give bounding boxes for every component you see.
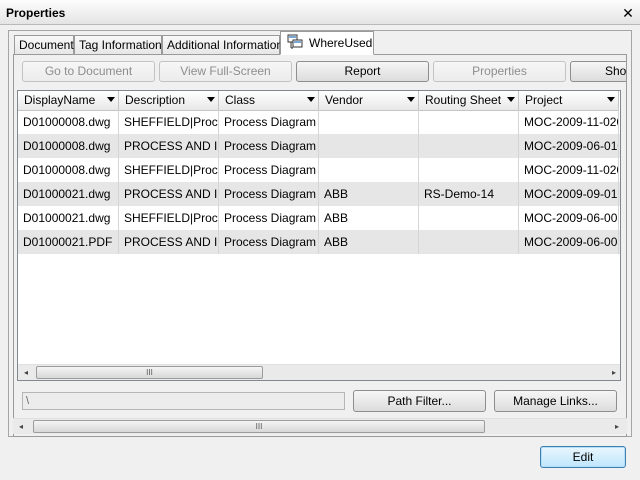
tab-where-used[interactable]: WhereUsed [280,31,374,55]
column-header-label: DisplayName [24,93,96,107]
cell-description: SHEFFIELD|Proc... [119,110,219,134]
cell-project: MOC-2009-11-020 [519,110,619,134]
show-button[interactable]: Sho [570,61,626,82]
column-header-routing-sheet[interactable]: Routing Sheet [419,91,519,111]
column-header-description[interactable]: Description [119,91,219,111]
cell-description: PROCESS AND I... [119,182,219,206]
dropdown-arrow-icon[interactable] [607,97,615,102]
dropdown-arrow-icon[interactable] [507,97,515,102]
cell-vendor [319,110,419,134]
cell-displayname: D01000008.dwg [18,110,119,134]
dropdown-arrow-icon[interactable] [307,97,315,102]
tab-additional-information[interactable]: Additional Information [162,35,284,55]
cell-description: PROCESS AND I... [119,134,219,158]
cell-routing-sheet: RS-Demo-14 [419,182,519,206]
cell-displayname: D01000008.dwg [18,158,119,182]
tab-document-label: Document [19,38,74,52]
cell-description: SHEFFIELD|Proc... [119,206,219,230]
cell-class: Process Diagram [219,206,319,230]
table-row[interactable]: D01000008.dwg SHEFFIELD|Proc... Process … [18,158,620,182]
title-bar [0,0,640,25]
cell-routing-sheet [419,230,519,254]
cell-project: MOC-2009-06-008 [519,206,619,230]
scrollbar-thumb[interactable]: III [36,366,263,379]
tab-additional-information-label: Additional Information [167,38,284,52]
dropdown-arrow-icon[interactable] [407,97,415,102]
panel-horizontal-scrollbar[interactable]: ◂ III ▸ [13,418,627,434]
cell-description: PROCESS AND I... [119,230,219,254]
cell-vendor: ABB [319,206,419,230]
column-header-vendor[interactable]: Vendor [319,91,419,111]
cell-project: MOC-2009-06-008 [519,230,619,254]
window-title: Properties [6,6,66,20]
cell-project: MOC-2009-06-010 [519,134,619,158]
cell-project: MOC-2009-09-012 [519,182,619,206]
report-button[interactable]: Report [296,61,429,82]
scroll-right-icon[interactable]: ▸ [606,365,620,380]
column-header-label: Class [225,93,256,107]
cell-routing-sheet [419,206,519,230]
cell-vendor: ABB [319,182,419,206]
dropdown-arrow-icon[interactable] [107,97,115,102]
cell-class: Process Diagram [219,110,319,134]
cell-vendor [319,134,419,158]
scroll-right-icon[interactable]: ▸ [609,419,625,435]
cell-class: Process Diagram [219,134,319,158]
cell-routing-sheet [419,134,519,158]
column-header-project[interactable]: Project [519,91,619,111]
table-row[interactable]: D01000021.PDF PROCESS AND I... Process D… [18,230,620,254]
properties-button[interactable]: Properties [433,61,566,82]
table-row[interactable]: D01000021.dwg SHEFFIELD|Proc... Process … [18,206,620,230]
where-used-icon [287,34,303,55]
table-row[interactable]: D01000008.dwg SHEFFIELD|Proc... Process … [18,110,620,134]
cell-displayname: D01000021.dwg [18,182,119,206]
scroll-left-icon[interactable]: ◂ [13,419,29,435]
cell-class: Process Diagram [219,158,319,182]
close-button[interactable]: ✕ [619,4,637,22]
table-row[interactable]: D01000021.dwg PROCESS AND I... Process D… [18,182,620,206]
cell-project: MOC-2009-11-020 [519,158,619,182]
cell-vendor: ABB [319,230,419,254]
edit-button[interactable]: Edit [540,446,626,468]
scroll-left-icon[interactable]: ◂ [18,365,34,380]
path-field[interactable]: \ [22,392,345,410]
tab-tag-information[interactable]: Tag Information [74,35,162,55]
path-filter-button[interactable]: Path Filter... [353,390,486,412]
scrollbar-thumb[interactable]: III [33,420,485,433]
tab-where-used-label: WhereUsed [309,36,373,50]
cell-displayname: D01000021.PDF [18,230,119,254]
column-header-displayname[interactable]: DisplayName [18,91,119,111]
cell-displayname: D01000008.dwg [18,134,119,158]
cell-displayname: D01000021.dwg [18,206,119,230]
grid-horizontal-scrollbar[interactable]: ◂ III ▸ [18,364,620,380]
view-fullscreen-button[interactable]: View Full-Screen [159,61,292,82]
tab-tag-information-label: Tag Information [79,38,162,52]
table-row[interactable]: D01000008.dwg PROCESS AND I... Process D… [18,134,620,158]
where-used-grid: DisplayName Description Class Vendor Rou… [17,90,621,381]
cell-vendor [319,158,419,182]
cell-routing-sheet [419,110,519,134]
go-to-document-button[interactable]: Go to Document [22,61,155,82]
column-header-label: Description [125,93,186,107]
cell-class: Process Diagram [219,230,319,254]
cell-description: SHEFFIELD|Proc... [119,158,219,182]
column-header-class[interactable]: Class [219,91,319,111]
column-header-label: Routing Sheet [425,93,502,107]
tab-document[interactable]: Document [14,35,74,55]
cell-class: Process Diagram [219,182,319,206]
toolbar: Go to Document View Full-Screen Report P… [22,60,626,84]
dropdown-arrow-icon[interactable] [207,97,215,102]
cell-routing-sheet [419,158,519,182]
manage-links-button[interactable]: Manage Links... [494,390,617,412]
column-header-label: Vendor [325,93,364,107]
column-header-label: Project [525,93,563,107]
